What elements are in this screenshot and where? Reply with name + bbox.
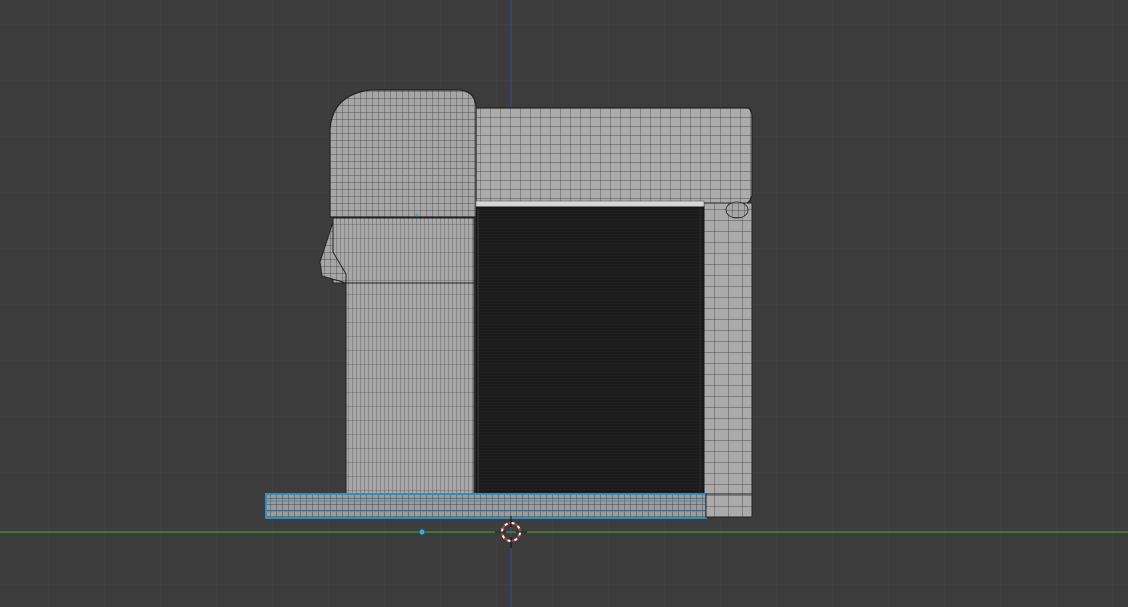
- carafe-cavity: [475, 206, 705, 496]
- housing-knob: [725, 201, 749, 219]
- back-wall: [703, 202, 753, 518]
- reservoir-column: [345, 282, 475, 496]
- object-origin-icon: [418, 528, 426, 536]
- reservoir-neck: [332, 217, 475, 284]
- top-housing: [475, 107, 753, 206]
- housing-rim: [475, 200, 705, 208]
- vertex-marker: [415, 213, 419, 217]
- reservoir-head: [329, 89, 477, 218]
- drip-tray[interactable]: [265, 493, 753, 519]
- coffee-machine-body[interactable]: [319, 89, 753, 518]
- 3d-viewport[interactable]: [0, 0, 1128, 607]
